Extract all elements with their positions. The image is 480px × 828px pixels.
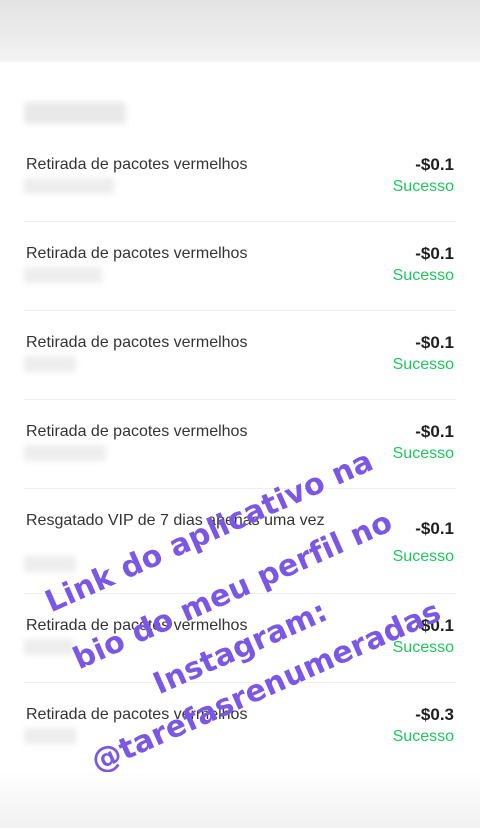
transaction-title: Resgatado VIP de 7 dias apenas uma vez bbox=[26, 512, 325, 529]
transaction-status: Sucesso bbox=[392, 267, 454, 284]
transaction-row[interactable]: Retirada de pacotes vermelhos -$0.1 Suce… bbox=[24, 312, 456, 400]
transaction-date-blurred bbox=[24, 356, 76, 372]
transaction-amount: -$0.1 bbox=[415, 616, 454, 635]
transaction-row[interactable]: Retirada de pacotes vermelhos -$0.1 Suce… bbox=[24, 595, 456, 683]
transaction-title: Retirada de pacotes vermelhos bbox=[26, 706, 248, 723]
transaction-amount: -$0.1 bbox=[415, 155, 454, 174]
transaction-date-blurred bbox=[24, 178, 114, 194]
transaction-status: Sucesso bbox=[392, 445, 454, 462]
transaction-date-blurred bbox=[24, 267, 102, 283]
transaction-amount: -$0.1 bbox=[415, 333, 454, 352]
transaction-status: Sucesso bbox=[392, 178, 454, 195]
transaction-title: Retirada de pacotes vermelhos bbox=[26, 334, 248, 351]
transaction-title: Retirada de pacotes vermelhos bbox=[26, 156, 248, 173]
transaction-amount: -$0.1 bbox=[415, 244, 454, 263]
transaction-row[interactable]: Resgatado VIP de 7 dias apenas uma vez -… bbox=[24, 490, 456, 594]
transaction-amount: -$0.1 bbox=[415, 519, 454, 538]
transaction-title: Retirada de pacotes vermelhos bbox=[26, 423, 248, 440]
transaction-date-blurred bbox=[24, 728, 76, 744]
transaction-date-blurred bbox=[24, 639, 74, 655]
transaction-amount: -$0.3 bbox=[415, 705, 454, 724]
bottom-bar-blurred bbox=[0, 772, 480, 828]
transaction-title: Retirada de pacotes vermelhos bbox=[26, 245, 248, 262]
transaction-row[interactable]: Retirada de pacotes vermelhos -$0.1 Suce… bbox=[24, 401, 456, 489]
top-bar-blurred bbox=[0, 0, 480, 62]
transaction-title: Retirada de pacotes vermelhos bbox=[26, 617, 248, 634]
transaction-date-blurred bbox=[24, 445, 106, 461]
transaction-status: Sucesso bbox=[392, 639, 454, 656]
transaction-row[interactable]: Retirada de pacotes vermelhos -$0.1 Suce… bbox=[24, 223, 456, 311]
transaction-status: Sucesso bbox=[392, 356, 454, 373]
section-header-blurred bbox=[24, 102, 126, 124]
transaction-status: Sucesso bbox=[392, 548, 454, 565]
transaction-status: Sucesso bbox=[392, 728, 454, 745]
transaction-row[interactable]: Retirada de pacotes vermelhos -$0.1 Suce… bbox=[24, 134, 456, 222]
transaction-row[interactable]: Retirada de pacotes vermelhos -$0.3 Suce… bbox=[24, 684, 456, 772]
transaction-date-blurred bbox=[24, 556, 76, 572]
transaction-amount: -$0.1 bbox=[415, 422, 454, 441]
